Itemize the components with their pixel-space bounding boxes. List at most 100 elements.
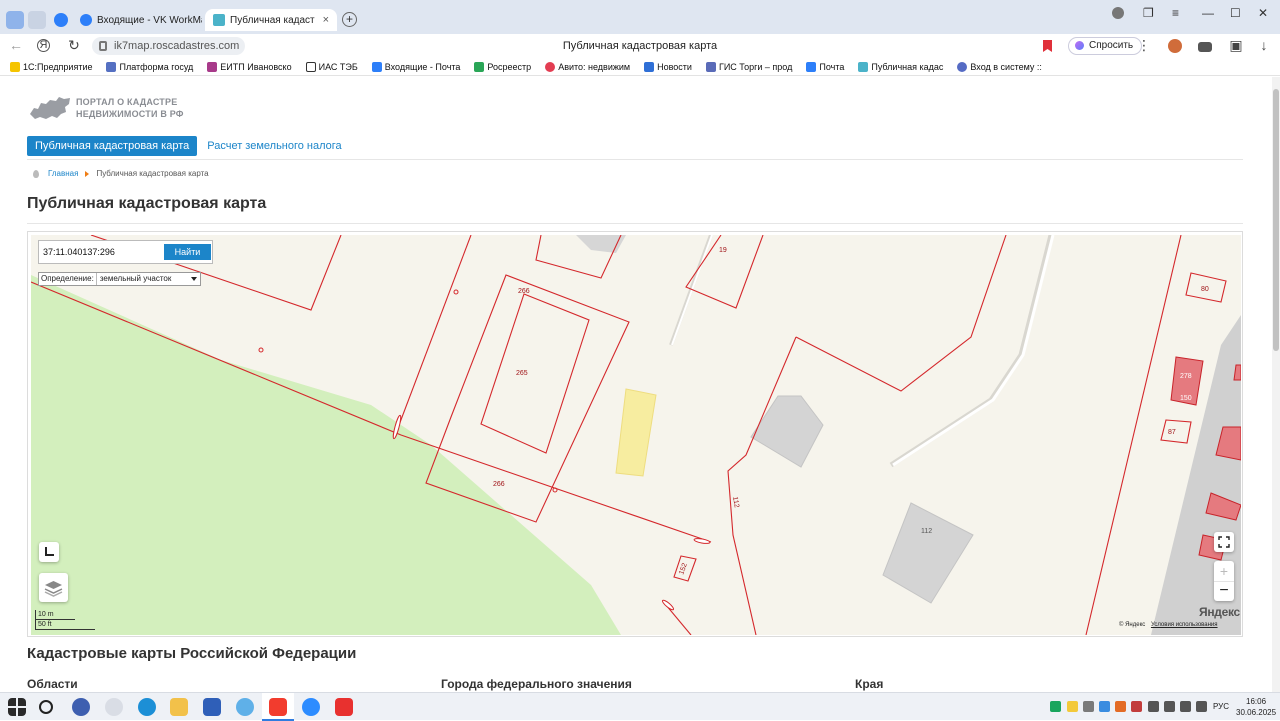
page-content: ПОРТАЛ О КАДАСТРЕ НЕДВИЖИМОСТИ В РФ Публ…: [0, 77, 1272, 692]
site-menu: Публичная кадастровая карта Расчет земел…: [27, 136, 352, 156]
tab-list-chevron-icon[interactable]: [28, 11, 46, 29]
more-icon[interactable]: ⋮: [1136, 37, 1152, 53]
zoom-in-button[interactable]: +: [1214, 561, 1234, 581]
reader-icon[interactable]: ▣: [1228, 37, 1244, 53]
bookmark-item[interactable]: Авито: недвижим: [545, 61, 630, 72]
building: [882, 502, 974, 604]
close-window-icon[interactable]: ✕: [1258, 6, 1268, 20]
back-icon[interactable]: ←: [8, 37, 24, 53]
parcel-label: 19: [719, 247, 727, 254]
bookmark-item[interactable]: Росреестр: [474, 61, 531, 72]
internet-explorer-icon[interactable]: [236, 698, 254, 716]
bookmark-item[interactable]: 1С:Предприятие: [10, 61, 92, 72]
network-icon[interactable]: [1148, 701, 1159, 712]
bookmark-item[interactable]: ГИС Торги – прод: [705, 61, 792, 72]
shield-icon[interactable]: [1198, 42, 1212, 52]
tray-icon[interactable]: [1083, 701, 1094, 712]
layers-icon: [44, 581, 63, 597]
account-icon[interactable]: [1112, 7, 1124, 19]
1c-icon: [10, 61, 20, 72]
system-clock[interactable]: 16:06 30.06.2025: [1236, 696, 1276, 718]
emblem-icon: [106, 61, 117, 72]
column-heading-krais: Края: [855, 677, 884, 691]
scrollbar-thumb[interactable]: [1273, 89, 1279, 351]
breadcrumb-home-link[interactable]: Главная: [48, 169, 78, 178]
logo-text: ПОРТАЛ О КАДАСТРЕ НЕДВИЖИМОСТИ В РФ: [76, 97, 184, 119]
bookmark-item[interactable]: Новости: [644, 61, 692, 72]
terms-link[interactable]: Условия использования: [1151, 622, 1218, 628]
start-icon[interactable]: [8, 698, 26, 716]
fullscreen-icon: [1218, 536, 1230, 548]
parcel-label: 152: [678, 562, 689, 575]
menu-item-land-tax[interactable]: Расчет земельного налога: [199, 136, 349, 156]
page-scrollbar[interactable]: [1272, 77, 1280, 692]
yandex-logo[interactable]: Яндекс: [1199, 605, 1240, 619]
russia-map-icon: [30, 97, 70, 119]
definition-label: Определение:: [39, 273, 97, 285]
bookmark-item[interactable]: ИАС ТЭБ: [305, 61, 358, 72]
downloads-icon[interactable]: ↓: [1256, 37, 1272, 53]
bookmark-item[interactable]: ЕИТП Ивановско: [207, 61, 292, 72]
scale-metric: 10 m: [35, 610, 75, 620]
layers-button[interactable]: [39, 573, 68, 602]
bookmark-item[interactable]: Входящие - Почта: [371, 61, 460, 72]
collections-icon[interactable]: ❐: [1143, 6, 1154, 20]
taskbar-active-app[interactable]: [262, 693, 294, 721]
bookmark-item[interactable]: Почта: [806, 61, 844, 72]
maximize-icon[interactable]: ☐: [1230, 6, 1241, 20]
volume-icon[interactable]: [1164, 701, 1175, 712]
zoom-app-icon[interactable]: [302, 698, 320, 716]
tray-icon[interactable]: [1115, 701, 1126, 712]
pinned-tab-icon[interactable]: [54, 13, 68, 27]
menu-item-cadastre-map[interactable]: Публичная кадастровая карта: [27, 136, 198, 156]
lock-icon: [99, 41, 107, 51]
ask-alice-button[interactable]: Спросить: [1068, 37, 1143, 55]
bookmark-item[interactable]: Платформа госуд: [106, 61, 193, 72]
c-app-icon[interactable]: [105, 698, 123, 716]
windows-taskbar: РУС 16:06 30.06.2025: [0, 692, 1280, 721]
green-zone: [31, 275, 621, 635]
bookmark-flag-icon[interactable]: [1043, 40, 1052, 52]
input-language[interactable]: РУС: [1213, 702, 1229, 711]
tray-icon[interactable]: [1067, 701, 1078, 712]
page-title: Публичная кадастровая карта: [27, 195, 267, 212]
tray-icon[interactable]: [1131, 701, 1142, 712]
find-button[interactable]: Найти: [164, 244, 211, 260]
yandex-home-icon[interactable]: Я: [37, 39, 50, 52]
bookmark-item[interactable]: Публичная кадас: [858, 61, 943, 72]
bookmark-item[interactable]: Вход в систему ::: [957, 61, 1042, 72]
minimize-icon[interactable]: —: [1202, 6, 1214, 20]
file-explorer-icon[interactable]: [170, 698, 188, 716]
tray-icon[interactable]: [1050, 701, 1061, 712]
cadastre-favicon-icon: [858, 61, 869, 72]
zoom-control: + −: [1214, 561, 1234, 601]
yandex-browser-icon[interactable]: [72, 698, 90, 716]
cadastral-map[interactable]: 19 266 265 266 112 112 80 278 150 87 152…: [31, 235, 1241, 635]
close-tab-icon[interactable]: ×: [323, 14, 329, 26]
breadcrumb-arrow-icon: [85, 170, 90, 177]
site-logo[interactable]: ПОРТАЛ О КАДАСТРЕ НЕДВИЖИМОСТИ В РФ: [28, 94, 184, 122]
map-canvas[interactable]: 19 266 265 266 112 112 80 278 150 87 152: [31, 235, 1241, 635]
zoom-out-button[interactable]: −: [1214, 581, 1234, 601]
tab-vk-workmail[interactable]: Входящие - VK WorkMail: [72, 9, 202, 31]
extension-icon[interactable]: [1168, 39, 1182, 53]
building: [750, 395, 824, 468]
menu-icon[interactable]: ≡: [1172, 6, 1179, 20]
url-field[interactable]: ik7map.roscadastres.com: [92, 37, 246, 55]
definition-select[interactable]: земельный участок: [97, 273, 200, 285]
anydesk-icon[interactable]: [335, 698, 353, 716]
browser-profile-icon[interactable]: [6, 11, 24, 29]
tab-cadastre-map[interactable]: Публичная кадастрова ×: [205, 9, 337, 31]
fullscreen-button[interactable]: [1214, 532, 1234, 552]
reload-icon[interactable]: ↻: [66, 37, 82, 53]
search-icon[interactable]: [39, 700, 53, 714]
parcel-label: 265: [516, 370, 528, 377]
mic-icon[interactable]: [1196, 701, 1207, 712]
tray-icon[interactable]: [1099, 701, 1110, 712]
word-icon[interactable]: [203, 698, 221, 716]
select-area-button[interactable]: [39, 542, 59, 562]
new-tab-button[interactable]: +: [342, 12, 357, 27]
cadastral-number-input[interactable]: [43, 244, 163, 260]
battery-icon[interactable]: [1180, 701, 1191, 712]
edge-icon[interactable]: [138, 698, 156, 716]
